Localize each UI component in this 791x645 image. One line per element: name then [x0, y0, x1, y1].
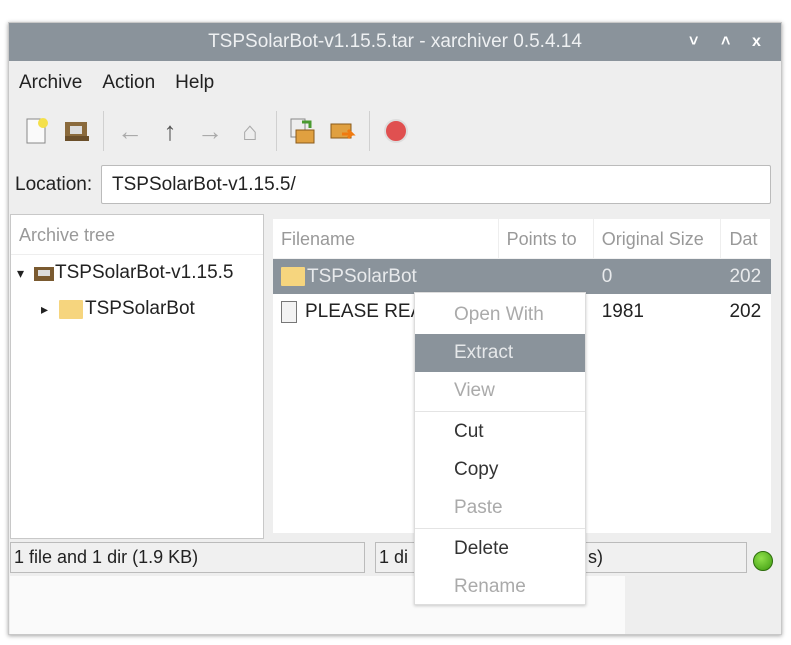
- menu-separator: [415, 528, 585, 529]
- folder-icon: [281, 267, 305, 287]
- tree-node-label: TSPSolarBot: [85, 298, 195, 319]
- file-size: 1981: [601, 301, 645, 322]
- column-original-size[interactable]: Original Size: [594, 219, 722, 258]
- location-label: Location:: [15, 174, 93, 195]
- menu-item-extract[interactable]: Extract: [415, 334, 585, 372]
- extract-icon: [330, 123, 356, 140]
- points-to: [499, 259, 594, 294]
- back-button[interactable]: ←: [110, 111, 150, 151]
- toolbar-separator: [369, 111, 370, 151]
- archive-tree-pane: Archive tree ▾ TSPSolarBot-v1.15.5 ▸ TSP…: [10, 214, 264, 539]
- menu-archive[interactable]: Archive: [9, 65, 92, 101]
- file-list-header: Filename Points to Original Size Dat: [273, 219, 771, 259]
- open-archive-icon: [65, 122, 89, 141]
- new-archive-button[interactable]: [17, 111, 57, 151]
- toolbar-separator: [103, 111, 104, 151]
- add-files-button[interactable]: [283, 111, 323, 151]
- status-right-end: s): [588, 547, 603, 567]
- tree-node-root[interactable]: ▾ TSPSolarBot-v1.15.5: [11, 255, 263, 291]
- menu-help[interactable]: Help: [165, 65, 224, 101]
- menu-item-rename[interactable]: Rename: [415, 568, 585, 606]
- column-filename[interactable]: Filename: [273, 219, 499, 258]
- status-right-start: 1 di: [379, 547, 409, 567]
- toolbar-separator: [276, 111, 277, 151]
- column-date[interactable]: Dat: [721, 219, 771, 258]
- home-button[interactable]: ⌂: [230, 111, 270, 151]
- extract-button[interactable]: [323, 111, 363, 151]
- archive-icon: [34, 267, 54, 281]
- open-archive-button[interactable]: [57, 111, 97, 151]
- menu-item-cut[interactable]: Cut: [415, 413, 585, 451]
- menu-item-delete[interactable]: Delete: [415, 530, 585, 568]
- context-menu: Open With Extract View Cut Copy Paste De…: [414, 292, 586, 605]
- window-title: TSPSolarBot-v1.15.5.tar - xarchiver 0.5.…: [208, 31, 582, 52]
- expanded-arrow-icon[interactable]: ▾: [17, 255, 33, 291]
- menu-item-copy[interactable]: Copy: [415, 451, 585, 489]
- maximize-button[interactable]: ˄: [721, 23, 730, 61]
- location-input[interactable]: TSPSolarBot-v1.15.5/: [101, 165, 771, 204]
- menu-bar: Archive Action Help: [9, 65, 224, 101]
- status-led-icon: [753, 551, 773, 571]
- menu-action[interactable]: Action: [92, 65, 165, 101]
- title-bar: TSPSolarBot-v1.15.5.tar - xarchiver 0.5.…: [9, 23, 781, 61]
- menu-separator: [415, 411, 585, 412]
- file-name: PLEASE REA: [305, 301, 424, 322]
- file-name: TSPSolarBot: [307, 266, 417, 287]
- tree-node-child[interactable]: ▸ TSPSolarBot: [11, 291, 263, 327]
- xarchiver-window: TSPSolarBot-v1.15.5.tar - xarchiver 0.5.…: [8, 22, 782, 635]
- folder-icon: [59, 299, 83, 319]
- file-size: 0: [601, 266, 613, 287]
- close-button[interactable]: x: [752, 23, 761, 61]
- add-files-icon: [290, 118, 315, 144]
- table-row[interactable]: TSPSolarBot 0 202: [273, 259, 771, 294]
- up-button[interactable]: ↑: [150, 111, 190, 151]
- file-date: 202: [729, 266, 762, 287]
- menu-item-paste[interactable]: Paste: [415, 489, 585, 527]
- text-file-icon: [281, 300, 297, 323]
- tree-node-label: TSPSolarBot-v1.15.5: [55, 262, 234, 283]
- collapsed-arrow-icon[interactable]: ▸: [41, 291, 59, 327]
- archive-tree-header: Archive tree: [11, 215, 263, 255]
- menu-item-open-with[interactable]: Open With: [415, 296, 585, 334]
- stop-button[interactable]: [376, 111, 416, 151]
- toolbar: ← ↑ → ⌂: [17, 109, 416, 153]
- status-left: 1 file and 1 dir (1.9 KB): [10, 542, 365, 573]
- minimize-button[interactable]: ˅: [689, 23, 698, 61]
- file-date: 202: [729, 301, 762, 322]
- new-document-icon: [26, 118, 48, 144]
- column-points-to[interactable]: Points to: [499, 219, 594, 258]
- stop-icon: [384, 119, 408, 143]
- forward-button[interactable]: →: [190, 111, 230, 151]
- menu-item-view[interactable]: View: [415, 372, 585, 410]
